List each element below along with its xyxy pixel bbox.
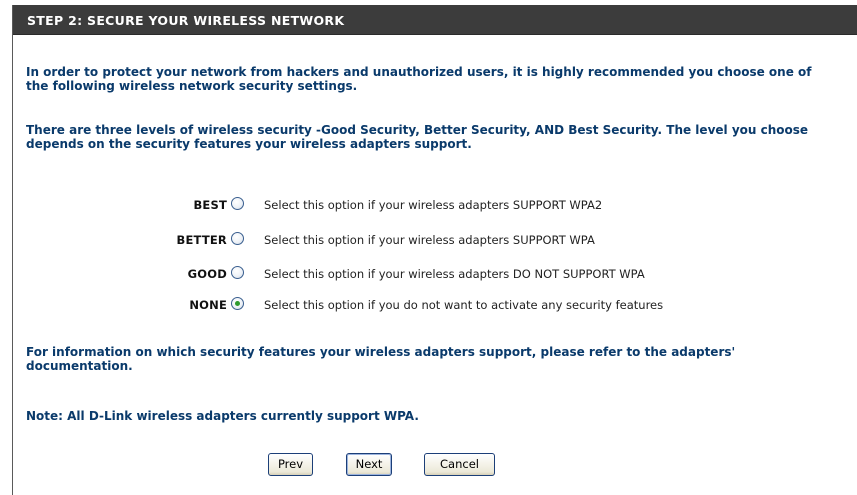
radio-best[interactable] [231, 197, 244, 210]
option-description: Select this option if your wireless adap… [264, 267, 645, 281]
option-description: Select this option if your wireless adap… [264, 233, 595, 247]
option-level-label: GOOD [187, 267, 227, 281]
security-option-good: GOOD Select this option if your wireless… [13, 264, 857, 284]
wizard-panel: STEP 2: SECURE YOUR WIRELESS NETWORK In … [12, 5, 857, 495]
intro-paragraph: In order to protect your network from ha… [26, 65, 812, 93]
option-level-label: NONE [189, 298, 227, 312]
radio-better[interactable] [231, 232, 244, 245]
option-description: Select this option if you do not want to… [264, 298, 664, 312]
option-level-label: BETTER [176, 233, 227, 247]
radio-good[interactable] [231, 266, 244, 279]
security-option-none: NONE Select this option if you do not wa… [13, 295, 857, 315]
step-header-bar: STEP 2: SECURE YOUR WIRELESS NETWORK [13, 5, 857, 35]
step-title: STEP 2: SECURE YOUR WIRELESS NETWORK [27, 13, 345, 28]
next-button[interactable]: Next [346, 453, 392, 476]
radio-none[interactable] [231, 297, 244, 310]
cancel-button[interactable]: Cancel [424, 453, 495, 476]
prev-button[interactable]: Prev [268, 453, 313, 476]
security-option-better: BETTER Select this option if your wirele… [13, 230, 857, 250]
option-level-label: BEST [193, 198, 227, 212]
adapter-info-paragraph: For information on which security featur… [26, 345, 736, 373]
security-levels-paragraph: There are three levels of wireless secur… [26, 123, 809, 151]
security-option-best: BEST Select this option if your wireless… [13, 195, 857, 215]
dlink-note: Note: All D-Link wireless adapters curre… [26, 409, 419, 423]
option-description: Select this option if your wireless adap… [264, 198, 603, 212]
